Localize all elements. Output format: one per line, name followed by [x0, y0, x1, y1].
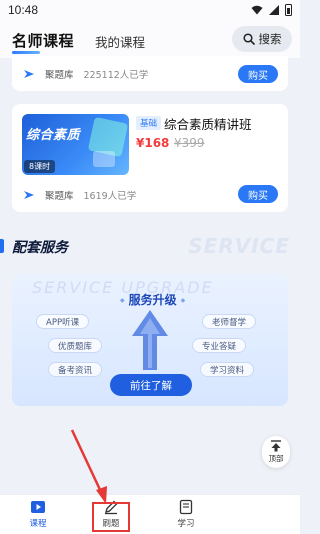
search-button[interactable]: 搜索: [232, 26, 292, 52]
course-source: 聚题库: [45, 191, 74, 202]
section-accent-bar: [0, 239, 4, 253]
annotation-highlight-box: [92, 502, 130, 532]
learn-more-button[interactable]: 前往了解: [110, 374, 192, 396]
nav-item-label: 课程: [29, 519, 47, 529]
search-label: 搜索: [258, 32, 282, 46]
buy-button[interactable]: 购买: [238, 65, 278, 83]
course-students: 1619人已学: [83, 191, 137, 202]
section-watermark: SERVICE: [188, 234, 290, 258]
top-nav: 名师课程 我的课程 搜索: [0, 20, 300, 58]
course-source-row: 聚题库 225112人已学: [23, 67, 148, 81]
nav-item-courses[interactable]: 课程: [18, 499, 58, 533]
upgrade-arrow-icon: [132, 310, 168, 370]
course-source: 聚题库: [45, 70, 74, 81]
service-pill: 学习资料: [200, 362, 255, 377]
section-title: 配套服务: [12, 240, 68, 256]
course-level-tag: 基础: [136, 116, 162, 130]
annotation-arrow: [70, 429, 107, 504]
wifi-icon: [251, 5, 263, 15]
thumbnail-decoration: [93, 151, 115, 167]
battery-icon: [285, 4, 292, 16]
service-upgrade-banner[interactable]: SERVICE UPGRADE 服务升级 APP听课 优质题库 备考资讯 老师督…: [12, 274, 288, 406]
service-pill: 专业答疑: [192, 338, 247, 353]
service-pill: APP听课: [36, 314, 90, 329]
course-price: ¥168: [136, 136, 170, 150]
buy-button[interactable]: 购买: [238, 185, 278, 203]
back-to-top-button[interactable]: 顶部: [262, 436, 290, 468]
course-card-partial[interactable]: 聚题库 225112人已学 购买: [12, 56, 288, 91]
juti-logo-icon: [24, 70, 34, 78]
back-to-top-label: 顶部: [268, 454, 284, 463]
tab-my-courses[interactable]: 我的课程: [95, 32, 145, 51]
status-bar: 10:48: [0, 0, 300, 20]
juti-logo-icon: [24, 191, 34, 199]
lesson-count-badge: 8课时: [24, 160, 56, 173]
course-title[interactable]: 综合素质精讲班: [164, 114, 252, 133]
nav-item-label: 学习: [177, 519, 195, 529]
arrow-up-icon: [271, 440, 281, 452]
course-students: 225112人已学: [83, 70, 149, 81]
service-pill: 老师督学: [202, 314, 257, 329]
service-pill: 优质题库: [48, 338, 103, 353]
tab-active-indicator: [12, 51, 40, 54]
status-time: 10:48: [8, 3, 39, 17]
tab-famous-teacher-courses[interactable]: 名师课程: [12, 30, 74, 51]
thumbnail-title: 综合素质: [26, 128, 81, 143]
course-card[interactable]: 综合素质 8课时 基础 综合素质精讲班 ¥168 ¥399 聚题库 1619人已…: [12, 104, 288, 212]
course-thumbnail[interactable]: 综合素质 8课时: [22, 114, 129, 175]
search-icon: [242, 33, 255, 45]
signal-icon: [269, 5, 279, 15]
nav-item-study[interactable]: 学习: [166, 499, 206, 533]
service-pill: 备考资讯: [48, 362, 103, 377]
section-header: 配套服务 SERVICE: [0, 234, 300, 262]
course-source-row: 聚题库 1619人已学: [23, 188, 136, 202]
play-icon: [31, 501, 45, 513]
study-book-icon: [179, 499, 193, 515]
service-heading: 服务升级: [116, 291, 189, 308]
bottom-nav: 课程 刷题 学习: [0, 494, 300, 534]
status-icons: [251, 4, 292, 16]
course-original-price: ¥399: [174, 136, 205, 150]
